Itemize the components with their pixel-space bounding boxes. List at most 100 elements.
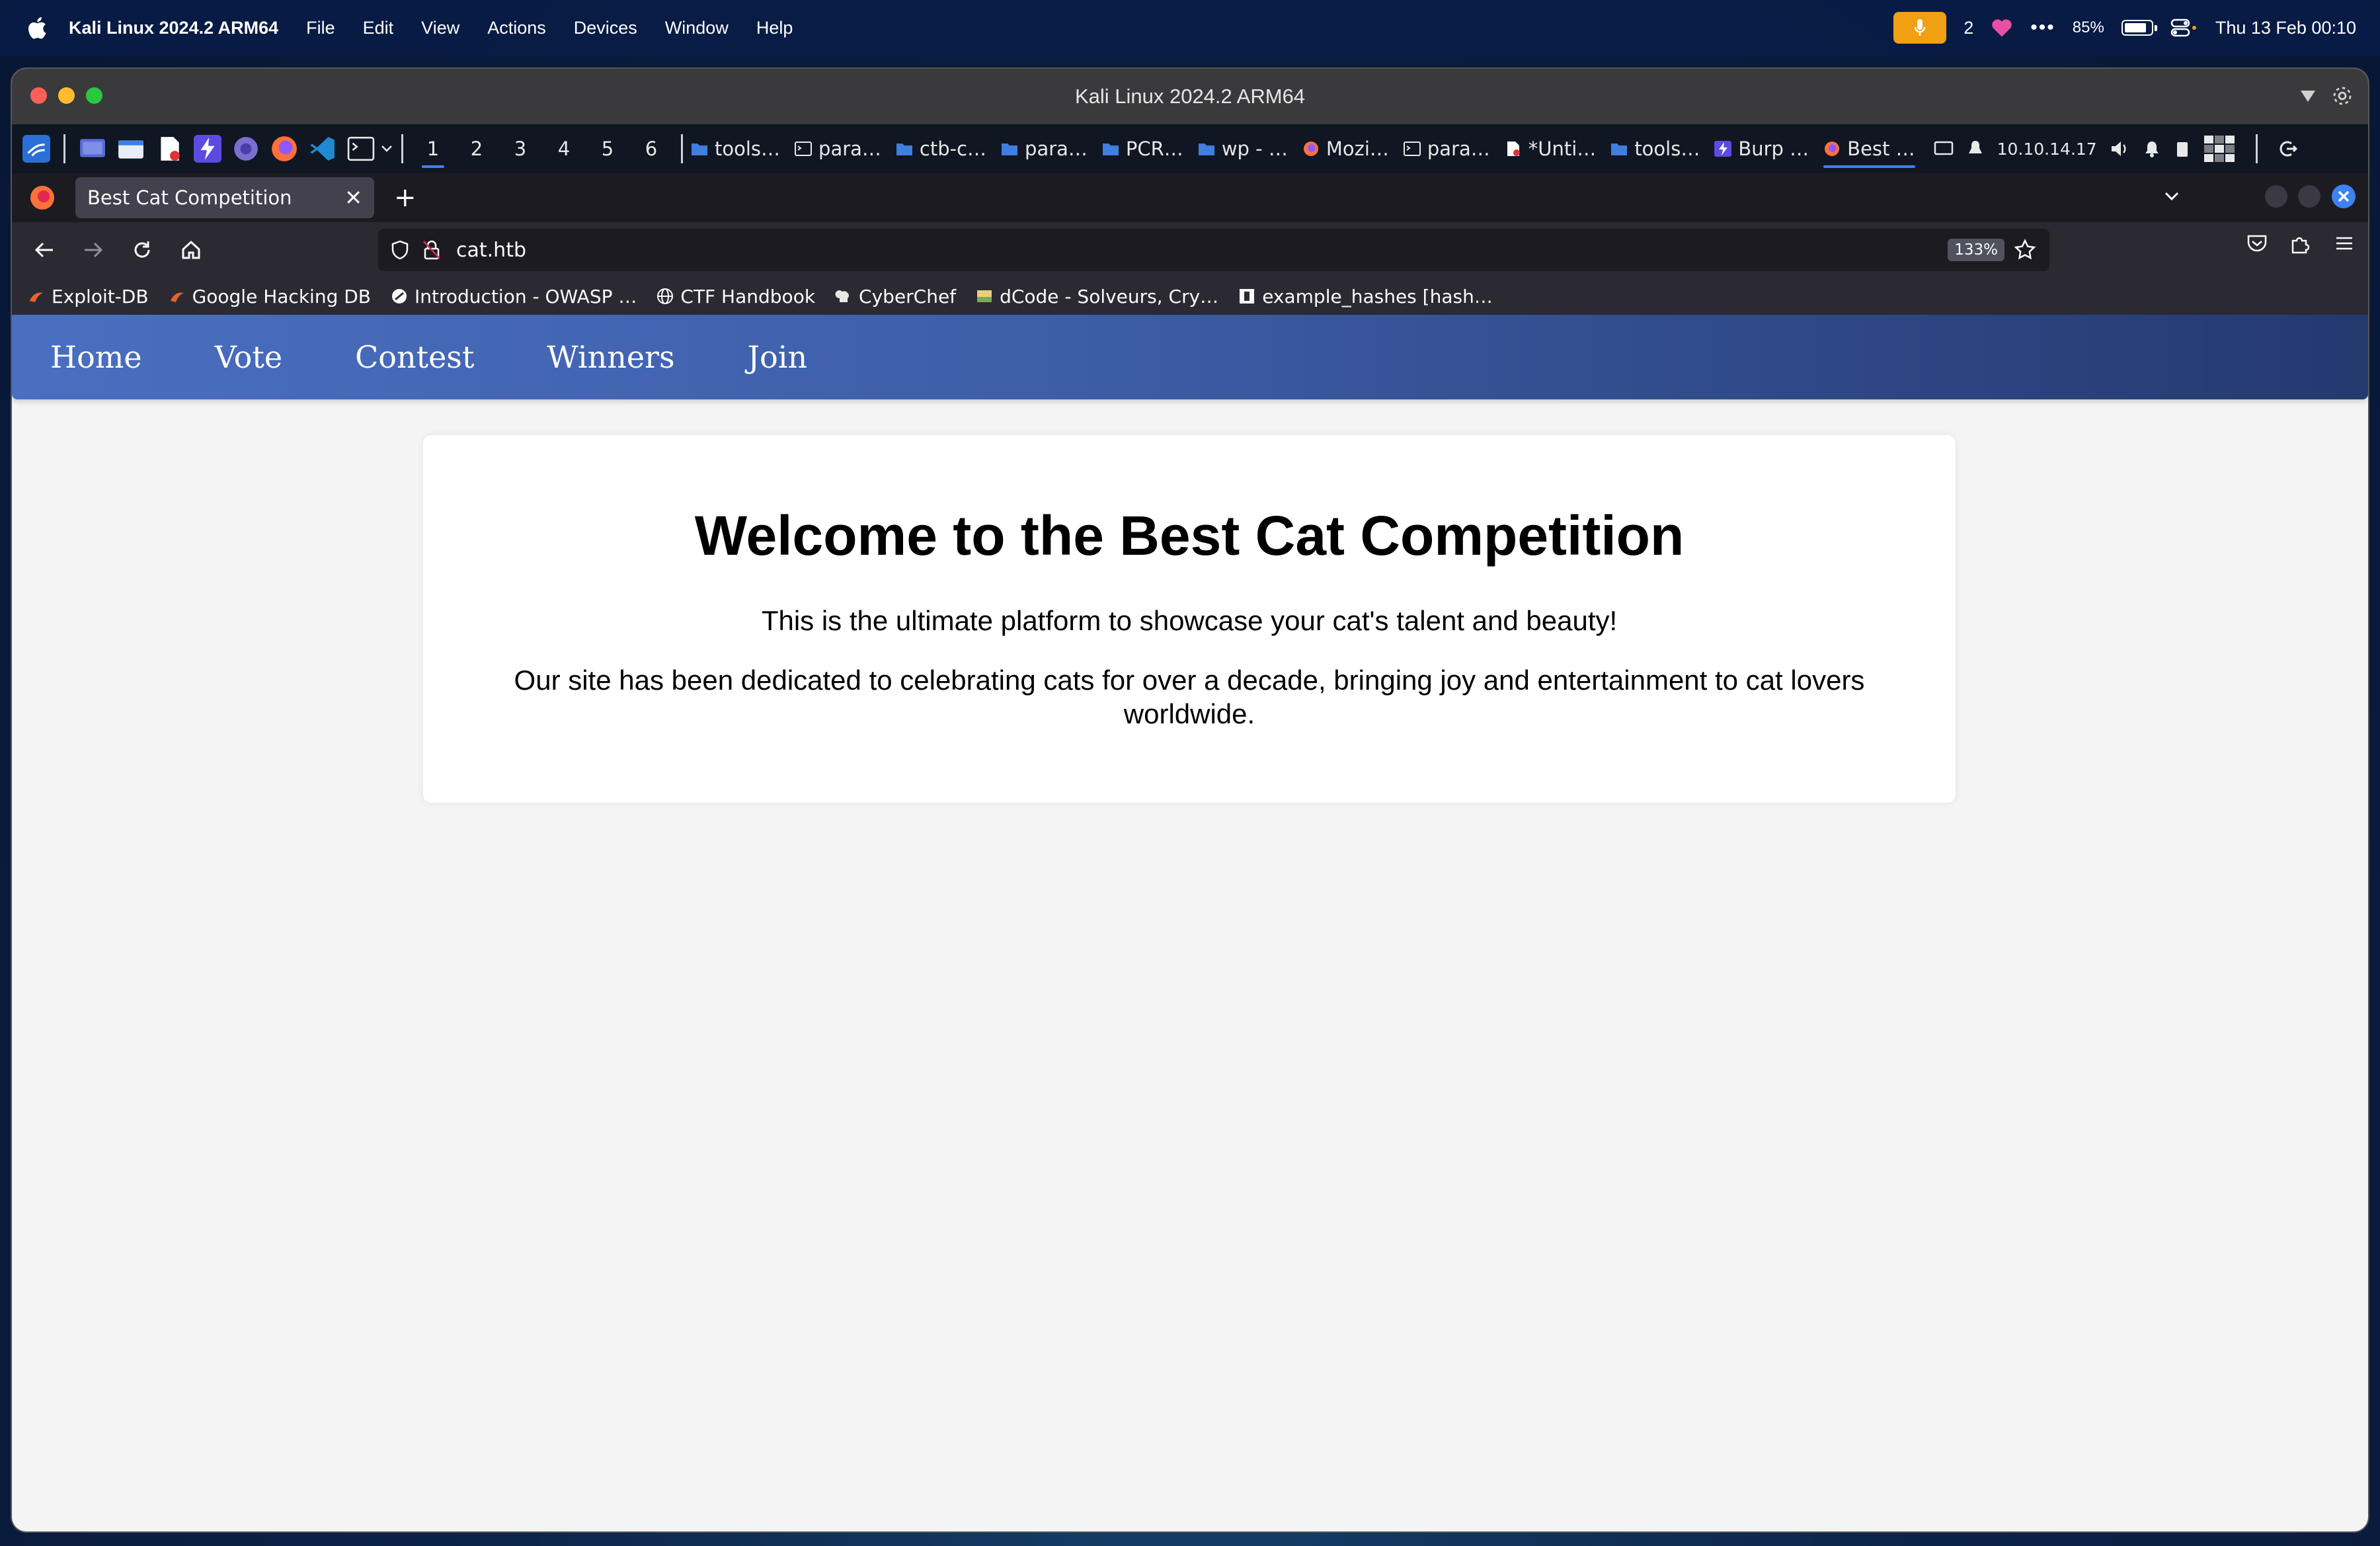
vpn-icon[interactable] bbox=[1965, 139, 1985, 159]
menu-devices[interactable]: Devices bbox=[574, 18, 637, 38]
bookmark-owasp[interactable]: Introduction - OWASP … bbox=[391, 286, 637, 307]
forward-button[interactable] bbox=[69, 225, 118, 274]
menu-file[interactable]: File bbox=[306, 18, 335, 38]
minimize-window-button[interactable] bbox=[58, 87, 75, 104]
url-text[interactable]: cat.htb bbox=[456, 239, 526, 262]
menu-actions[interactable]: Actions bbox=[487, 18, 546, 38]
taskbar-button[interactable]: tools… bbox=[691, 124, 780, 173]
vpn-ip-address[interactable]: 10.10.14.17 bbox=[1997, 140, 2097, 159]
taskbar-button[interactable]: *Unti… bbox=[1505, 124, 1596, 173]
bookmark-dcode[interactable]: dCode - Solveurs, Cry… bbox=[976, 286, 1218, 307]
workspace-2[interactable]: 2 bbox=[455, 124, 498, 173]
kali-menu-icon[interactable] bbox=[22, 135, 50, 163]
taskbar-button-label: tools… bbox=[1634, 138, 1700, 160]
taskbar-button[interactable]: Burp … bbox=[1714, 124, 1809, 173]
close-browser-button[interactable] bbox=[2331, 184, 2356, 209]
workspace-3[interactable]: 3 bbox=[498, 124, 542, 173]
chevron-down-icon[interactable] bbox=[380, 142, 393, 155]
more-icon[interactable]: ••• bbox=[2030, 17, 2055, 39]
burp-suite-icon[interactable] bbox=[194, 135, 221, 163]
logout-icon[interactable] bbox=[2278, 139, 2297, 159]
nav-contest-link[interactable]: Contest bbox=[355, 339, 474, 375]
new-tab-button[interactable]: + bbox=[394, 183, 416, 213]
workspace-grid-icon[interactable] bbox=[2203, 134, 2236, 163]
control-center-icon[interactable] bbox=[2170, 18, 2198, 38]
gear-icon[interactable] bbox=[2331, 85, 2354, 107]
bookmark-google-hacking-db[interactable]: Google Hacking DB bbox=[169, 286, 371, 307]
dropdown-triangle-icon[interactable] bbox=[2299, 89, 2317, 103]
firefox-view-icon[interactable] bbox=[29, 184, 56, 211]
maximize-browser-button[interactable] bbox=[2298, 185, 2320, 208]
nav-join-link[interactable]: Join bbox=[748, 339, 807, 375]
extensions-icon[interactable] bbox=[2289, 231, 2313, 255]
bookmark-cyberchef[interactable]: CyberChef bbox=[835, 286, 956, 307]
notifications-bell-icon[interactable] bbox=[2142, 139, 2162, 159]
workspace-5[interactable]: 5 bbox=[586, 124, 629, 173]
menu-help[interactable]: Help bbox=[756, 18, 793, 38]
taskbar-button-label: tools… bbox=[715, 138, 781, 160]
vscode-icon[interactable] bbox=[309, 135, 337, 163]
menu-window[interactable]: Window bbox=[665, 18, 729, 38]
dcode-icon bbox=[977, 290, 992, 302]
taskbar-button[interactable]: tools… bbox=[1610, 124, 1700, 173]
bookmark-star-icon[interactable] bbox=[2014, 239, 2036, 261]
clipboard-icon[interactable] bbox=[2174, 139, 2191, 159]
heart-app-icon[interactable] bbox=[1991, 18, 2013, 38]
file-manager-icon[interactable] bbox=[117, 135, 145, 163]
bookmark-ctf-handbook[interactable]: CTF Handbook bbox=[656, 286, 815, 307]
menu-view[interactable]: View bbox=[421, 18, 459, 38]
maximize-window-button[interactable] bbox=[86, 87, 102, 104]
menu-app-name[interactable]: Kali Linux 2024.2 ARM64 bbox=[69, 18, 278, 38]
workspace-6[interactable]: 6 bbox=[629, 124, 673, 173]
close-window-button[interactable] bbox=[30, 87, 47, 104]
vm-window: Kali Linux 2024.2 ARM64 1 2 3 4 5 6 tool… bbox=[12, 69, 2368, 1531]
taskbar-button[interactable]: Best … bbox=[1823, 124, 1916, 173]
folder-icon bbox=[1001, 141, 1018, 157]
taskbar-button[interactable]: wp - … bbox=[1198, 124, 1288, 173]
taskbar-button[interactable]: para… bbox=[1001, 124, 1088, 173]
vm-titlebar[interactable]: Kali Linux 2024.2 ARM64 bbox=[12, 69, 2368, 124]
home-button[interactable] bbox=[167, 225, 216, 274]
nav-winners-link[interactable]: Winners bbox=[547, 339, 674, 375]
battery-icon[interactable] bbox=[2121, 20, 2157, 36]
close-tab-icon[interactable]: ✕ bbox=[344, 185, 362, 210]
microphone-icon[interactable] bbox=[1893, 12, 1947, 44]
minimize-browser-button[interactable] bbox=[2265, 185, 2287, 208]
folder-icon bbox=[896, 141, 913, 157]
terminal-launcher-icon[interactable] bbox=[347, 135, 375, 163]
taskbar-button[interactable]: PCR… bbox=[1102, 124, 1183, 173]
taskbar-button[interactable]: Mozi… bbox=[1302, 124, 1389, 173]
taskbar-button[interactable]: para… bbox=[1403, 124, 1490, 173]
url-bar[interactable]: cat.htb 133% bbox=[378, 229, 2049, 271]
exploit-db-icon bbox=[30, 292, 43, 302]
zoom-level-badge[interactable]: 133% bbox=[1948, 239, 2004, 261]
taskbar-button[interactable]: ctb-c… bbox=[896, 124, 986, 173]
firefox-launcher-icon[interactable] bbox=[270, 135, 298, 163]
window-controls bbox=[30, 87, 102, 104]
hamburger-menu-icon[interactable] bbox=[2332, 231, 2356, 255]
text-editor-icon[interactable] bbox=[155, 135, 183, 163]
nav-home-link[interactable]: Home bbox=[50, 339, 142, 375]
nav-vote-link[interactable]: Vote bbox=[215, 339, 282, 375]
screen-icon[interactable] bbox=[1934, 140, 1954, 157]
bookmark-example-hashes[interactable]: example_hashes [hash… bbox=[1238, 286, 1493, 307]
bookmark-exploit-db[interactable]: Exploit-DB bbox=[28, 286, 149, 307]
apple-icon[interactable] bbox=[25, 15, 48, 40]
pocket-icon[interactable] bbox=[2245, 231, 2269, 255]
insecure-lock-icon[interactable] bbox=[422, 239, 442, 261]
tracking-shield-icon[interactable] bbox=[390, 239, 410, 261]
notification-count[interactable]: 2 bbox=[1964, 18, 1973, 38]
workspace-1[interactable]: 1 bbox=[411, 124, 455, 173]
list-all-tabs-icon[interactable] bbox=[2162, 186, 2182, 206]
volume-icon[interactable] bbox=[2109, 139, 2130, 159]
back-button[interactable] bbox=[20, 225, 69, 274]
tab-best-cat-competition[interactable]: Best Cat Competition ✕ bbox=[75, 177, 374, 218]
taskbar-button[interactable]: para… bbox=[795, 124, 881, 173]
menu-datetime[interactable]: Thu 13 Feb 00:10 bbox=[2215, 18, 2356, 38]
show-desktop-icon[interactable] bbox=[79, 135, 106, 163]
welcome-card: Welcome to the Best Cat Competition This… bbox=[423, 435, 1956, 803]
workspace-4[interactable]: 4 bbox=[542, 124, 586, 173]
menu-edit[interactable]: Edit bbox=[363, 18, 394, 38]
maltego-icon[interactable] bbox=[232, 135, 260, 163]
reload-button[interactable] bbox=[118, 225, 167, 274]
